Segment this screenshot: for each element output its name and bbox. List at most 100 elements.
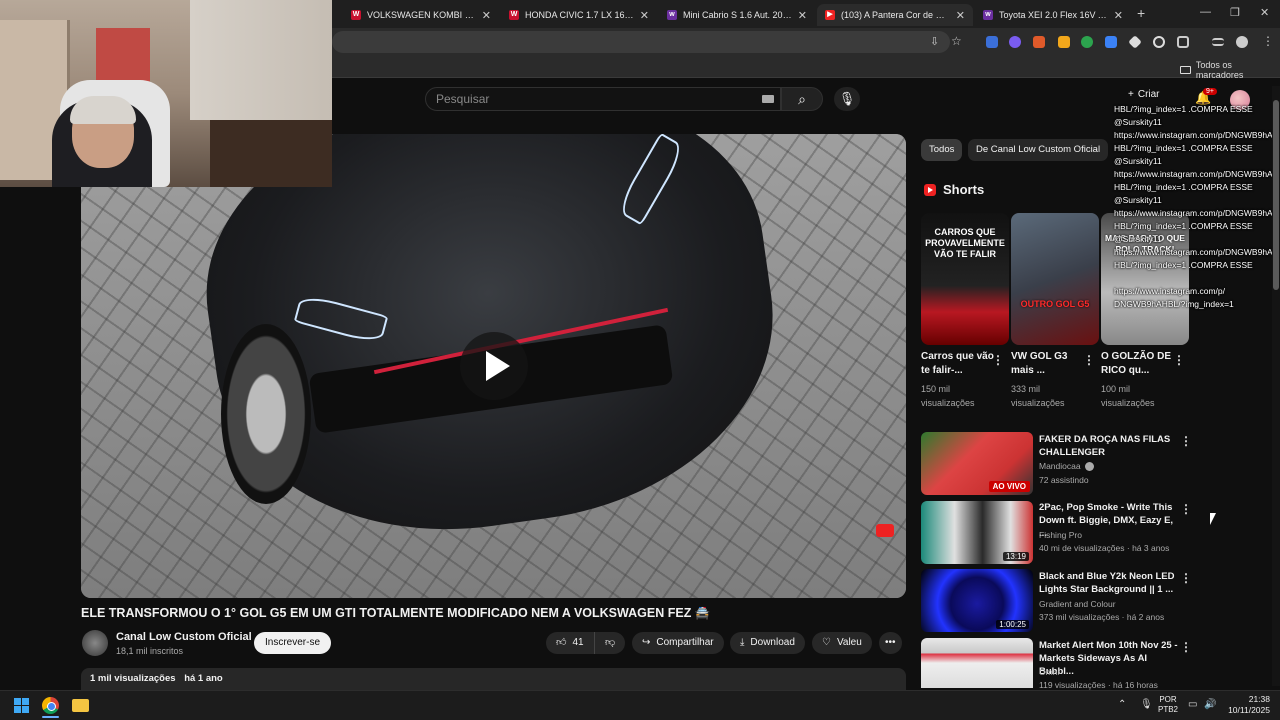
- recommendation-title[interactable]: Black and Blue Y2k Neon LED Lights Star …: [1039, 570, 1179, 596]
- new-tab-icon[interactable]: +: [1137, 5, 1145, 21]
- browser-tab-active[interactable]: ▶ (103) A Pantera Cor de Rosa en ✕: [817, 4, 973, 26]
- short-thumbnail[interactable]: OUTRO GOL G5: [1011, 213, 1099, 345]
- more-actions-button[interactable]: •••: [879, 632, 902, 654]
- browser-menu-icon[interactable]: ⋮: [1262, 34, 1274, 48]
- close-tab-icon[interactable]: ✕: [798, 9, 807, 22]
- download-button[interactable]: ⤓ Download: [730, 632, 805, 654]
- webmotors-favicon-icon: W: [509, 10, 519, 20]
- input-language[interactable]: POR PTB2: [1158, 695, 1178, 715]
- recommendation-title[interactable]: Market Alert Mon 10th Nov 25 - Markets S…: [1039, 639, 1179, 678]
- windows-start-icon[interactable]: [14, 698, 29, 713]
- more-vertical-icon[interactable]: ⋮: [1180, 571, 1192, 585]
- close-tab-icon[interactable]: ✕: [482, 9, 491, 22]
- tab-title: (103) A Pantera Cor de Rosa en: [841, 10, 950, 20]
- extension-icon[interactable]: [1033, 36, 1045, 48]
- volume-icon[interactable]: 🔊: [1204, 699, 1216, 710]
- tray-mic-icon[interactable]: 🎙: [1140, 699, 1153, 710]
- recommendation-meta: 373 mil visualizações · há 2 anos: [1039, 612, 1165, 622]
- thanks-button[interactable]: ♡ Valeu: [812, 632, 872, 654]
- tab-title: Toyota XEI 2.0 Flex 16V Aut. 20: [999, 10, 1108, 20]
- voice-search-button[interactable]: 🎙: [834, 87, 860, 111]
- system-clock[interactable]: 21:38 10/11/2025: [1226, 694, 1270, 716]
- tab-title: Mini Cabrio S 1.6 Aut. 2010 - T: [683, 10, 792, 20]
- recommendation-channel[interactable]: Omni: [1039, 667, 1059, 677]
- thumbs-up-icon: 👍︎: [556, 637, 567, 648]
- file-explorer-icon[interactable]: [72, 699, 89, 712]
- reading-list-icon[interactable]: [1212, 38, 1224, 46]
- play-button-icon[interactable]: [460, 332, 528, 400]
- short-views: 100 mil visualizações: [1101, 384, 1155, 408]
- minimize-icon[interactable]: —: [1200, 6, 1211, 18]
- extension-icon[interactable]: [986, 36, 998, 48]
- restore-icon[interactable]: ❐: [1230, 6, 1240, 19]
- video-thumbnail[interactable]: [921, 638, 1033, 688]
- chrome-taskbar-icon[interactable]: [42, 697, 59, 714]
- bookmark-star-icon[interactable]: ☆: [951, 34, 962, 48]
- network-icon[interactable]: ▭: [1188, 699, 1197, 710]
- more-vertical-icon[interactable]: ⋮: [992, 353, 1004, 367]
- extension-icon[interactable]: [1058, 36, 1070, 48]
- youtube-watermark-icon[interactable]: [876, 524, 894, 537]
- share-icon: ↪: [642, 637, 651, 648]
- stream-chat-overlay: HBL/?img_index=1 .COMPRA ESSE @Surskity1…: [1114, 104, 1273, 309]
- description-box[interactable]: 1 mil visualizações há 1 ano: [81, 668, 906, 690]
- more-vertical-icon[interactable]: ⋮: [1180, 434, 1192, 448]
- subscribe-button[interactable]: Inscrever-se: [254, 632, 332, 654]
- video-thumbnail[interactable]: 1:00:25: [921, 569, 1033, 632]
- short-overlay-text: OUTRO GOL G5: [1020, 299, 1090, 309]
- recommendation-channel[interactable]: Mandiocaa: [1039, 461, 1094, 471]
- recommendation-meta: 119 visualizações · há 16 horas: [1039, 680, 1158, 690]
- extension-icon[interactable]: [1009, 36, 1021, 48]
- short-title[interactable]: O GOLZÃO DE RICO qu...: [1101, 350, 1176, 378]
- channel-avatar[interactable]: [82, 630, 108, 656]
- close-tab-icon[interactable]: ✕: [640, 9, 649, 22]
- channel-name[interactable]: Canal Low Custom Oficial: [116, 631, 252, 643]
- chip-from-channel[interactable]: De Canal Low Custom Oficial: [968, 139, 1109, 161]
- browser-tab[interactable]: w Mini Cabrio S 1.6 Aut. 2010 - T ✕: [659, 4, 815, 26]
- short-thumbnail[interactable]: CARROS QUE PROVAVELMENTE VÃO TE FALIR: [921, 213, 1009, 345]
- more-vertical-icon[interactable]: ⋮: [1083, 353, 1095, 367]
- short-title[interactable]: VW GOL G3 mais ...: [1011, 350, 1086, 378]
- recommendation-title[interactable]: FAKER DA ROÇA NAS FILAS CHALLENGER: [1039, 433, 1179, 459]
- extension-icon[interactable]: [1081, 36, 1093, 48]
- search-input[interactable]: Pesquisar: [425, 87, 781, 111]
- close-window-icon[interactable]: ✕: [1260, 6, 1269, 19]
- chip-all[interactable]: Todos: [921, 139, 963, 161]
- video-thumbnail[interactable]: 13:19: [921, 501, 1033, 564]
- download-icon: ⤓: [740, 637, 745, 648]
- recommendation-channel[interactable]: Gradient and Colour: [1039, 599, 1116, 609]
- all-bookmarks-button[interactable]: Todos os marcadores: [1180, 60, 1280, 80]
- search-icon: ⌕: [798, 91, 806, 107]
- browser-tab[interactable]: W VOLKSWAGEN KOMBI 1.6 FURG ✕: [343, 4, 499, 26]
- language-code: POR: [1159, 695, 1177, 704]
- share-button[interactable]: ↪ Compartilhar: [632, 632, 724, 654]
- create-button[interactable]: + Criar: [1128, 89, 1160, 100]
- more-vertical-icon[interactable]: ⋮: [1173, 353, 1185, 367]
- active-app-indicator: [42, 716, 59, 718]
- address-bar[interactable]: [332, 31, 950, 53]
- extension-icon[interactable]: [1105, 36, 1117, 48]
- close-tab-icon[interactable]: ✕: [1114, 9, 1123, 22]
- more-vertical-icon[interactable]: ⋮: [1180, 502, 1192, 516]
- video-thumbnail[interactable]: AO VIVO: [921, 432, 1033, 495]
- search-button[interactable]: ⌕: [781, 87, 823, 111]
- short-title[interactable]: Carros que vão te falir-...: [921, 350, 996, 378]
- browser-tab[interactable]: W HONDA CIVIC 1.7 LX 16V GASO ✕: [501, 4, 657, 26]
- webmotors-favicon-icon: W: [351, 10, 361, 20]
- more-vertical-icon[interactable]: ⋮: [1180, 640, 1192, 654]
- install-app-icon[interactable]: ⇩: [930, 35, 939, 48]
- scrollbar-thumb[interactable]: [1273, 100, 1279, 290]
- tray-chevron-icon[interactable]: ⌃: [1118, 699, 1126, 710]
- keyboard-icon[interactable]: [762, 95, 774, 103]
- dislike-button[interactable]: 👎︎: [594, 632, 626, 654]
- browser-tab[interactable]: w Toyota XEI 2.0 Flex 16V Aut. 20 ✕: [975, 4, 1131, 26]
- channel-label: Omni: [1039, 667, 1060, 677]
- close-tab-icon[interactable]: ✕: [956, 9, 965, 22]
- profile-avatar[interactable]: [1236, 36, 1248, 48]
- like-button[interactable]: 👍︎ 41: [546, 632, 594, 654]
- extension-icon[interactable]: [1153, 36, 1165, 48]
- extensions-puzzle-icon[interactable]: [1177, 36, 1189, 48]
- shorts-icon: [924, 183, 936, 196]
- recommendation-channel[interactable]: Fishing Pro: [1039, 530, 1082, 540]
- verified-check-icon: [1084, 461, 1094, 471]
